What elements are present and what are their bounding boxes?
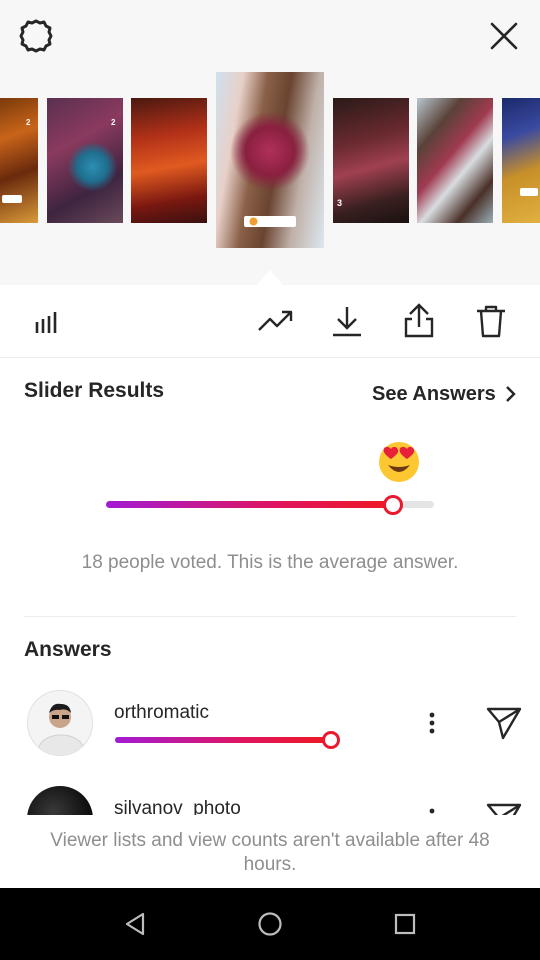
promote-button[interactable] [256,301,296,341]
settings-button[interactable] [14,14,58,58]
selected-caret-icon [256,270,284,286]
answer-slider [115,731,340,749]
recents-square-icon [394,913,416,935]
average-slider-fill [106,501,393,508]
slider-results-title: Slider Results [24,379,165,402]
viewer-list-unavailable-note: Viewer lists and view counts aren't avai… [0,815,540,888]
slider-sticker-preview [244,216,296,227]
story-thumbnail[interactable]: 2 [47,98,123,223]
see-answers-label: See Answers [372,382,496,405]
avatar[interactable] [27,690,93,756]
download-button[interactable] [327,301,367,341]
heart-eyes-emoji-icon [379,442,419,482]
story-number: 3 [337,198,343,208]
nav-recents-button[interactable] [387,906,423,942]
story-thumbnail[interactable] [417,98,493,223]
story-sticker [2,195,22,203]
insights-bars-icon [35,312,57,333]
share-button[interactable] [399,301,439,341]
heart-eyes-mini-icon [249,217,258,226]
answer-slider-knob [322,731,340,749]
trending-icon [258,310,293,331]
trash-icon [477,305,505,338]
story-sticker [520,188,538,196]
more-options-button[interactable] [420,707,444,739]
more-vertical-icon [429,712,435,734]
vote-summary: 18 people voted. This is the average ans… [81,552,459,573]
share-icon [404,303,434,338]
chevron-right-icon [505,386,516,402]
see-answers-link[interactable]: See Answers [372,380,516,408]
send-message-button[interactable] [484,703,524,743]
story-thumbnail[interactable] [131,98,207,223]
direct-send-icon [486,707,522,740]
story-thumbnail[interactable]: 2 [0,98,38,223]
story-thumbnail[interactable] [502,98,540,223]
close-icon [490,22,518,50]
average-slider-knob [383,494,403,515]
back-triangle-icon [125,912,145,936]
answer-slider-fill [115,737,331,743]
answers-title: Answers [24,638,112,661]
nav-home-button[interactable] [252,906,288,942]
story-thumbnail[interactable]: 3 [333,98,409,223]
story-carousel-area: 2 2 3 [0,0,540,286]
story-number: 2 [111,118,116,127]
delete-button[interactable] [471,301,511,341]
settings-gear-icon [19,19,53,53]
section-divider [24,616,516,617]
insights-button[interactable] [28,301,68,341]
story-number: 2 [26,118,31,127]
story-actions-toolbar [0,285,540,358]
download-icon [333,307,361,337]
system-navigation-bar [0,888,540,960]
answer-row: orthromatic [0,690,540,790]
home-circle-icon [258,912,282,936]
answer-username[interactable]: orthromatic [114,702,209,724]
average-slider [106,494,434,515]
nav-back-button[interactable] [117,906,153,942]
close-button[interactable] [482,14,526,58]
profile-photo [28,691,92,755]
